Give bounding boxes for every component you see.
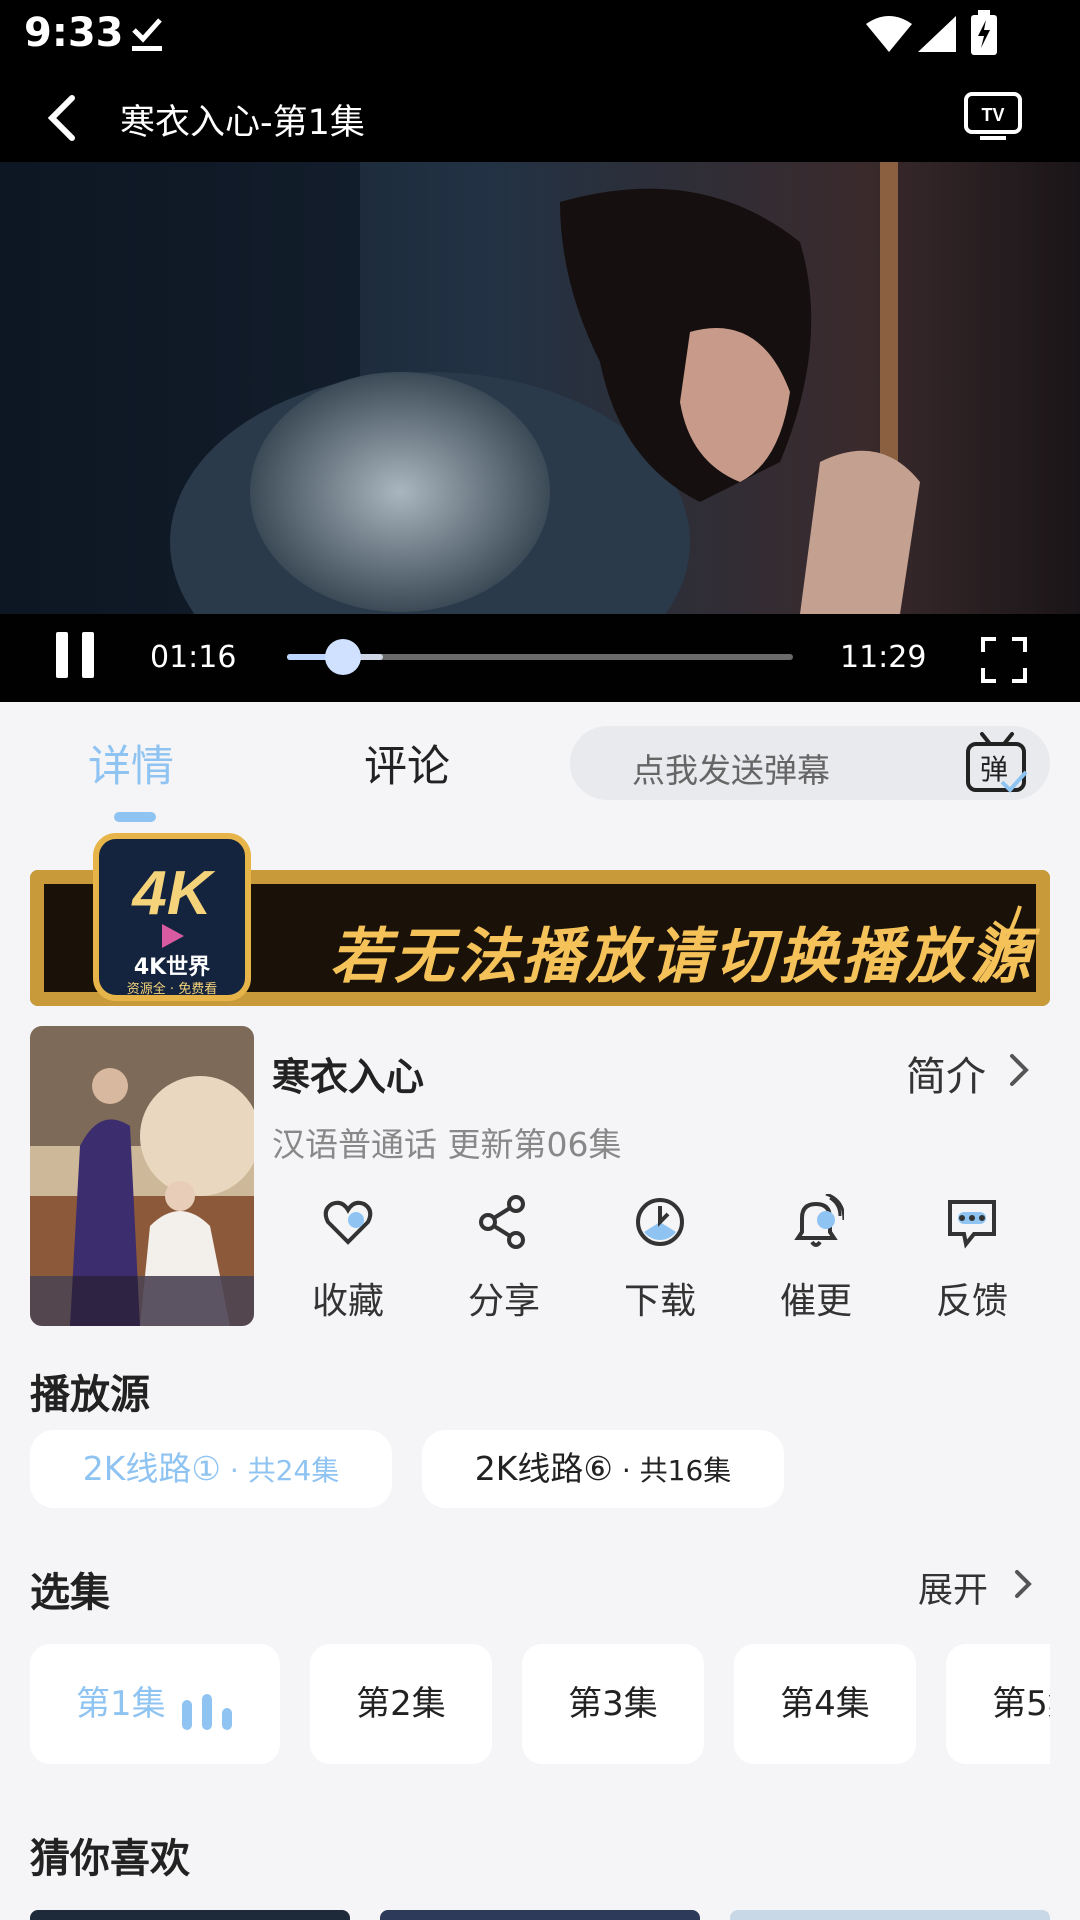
app-header: 寒衣入心-第1集 TV — [0, 70, 1080, 162]
recommend-title: 猜你喜欢 — [30, 1836, 190, 1882]
seek-thumb[interactable] — [324, 639, 361, 675]
source-name: 2K线路① — [82, 1449, 221, 1488]
source-count: · 共24集 — [220, 1454, 340, 1487]
recommend-thumbnail[interactable] — [730, 1910, 1050, 1920]
bell-icon — [794, 1194, 844, 1247]
action-label: 催更 — [779, 1281, 852, 1322]
tab-details[interactable]: 详情 — [88, 732, 174, 794]
logo-sub: 4K世界 — [134, 955, 210, 980]
source-chip[interactable]: 2K线路⑥ · 共16集 — [422, 1430, 784, 1508]
action-label: 收藏 — [311, 1281, 384, 1322]
heart-icon — [323, 1200, 373, 1245]
back-button[interactable] — [38, 90, 94, 146]
recommend-thumbnail[interactable] — [30, 1910, 350, 1920]
4k-world-logo: 4K 4K世界 资源全 · 免费看 — [93, 833, 251, 1001]
signal-icon — [918, 16, 956, 52]
danmaku-input[interactable]: 点我发送弹幕 弹 — [570, 726, 1050, 800]
episode-item-1[interactable]: 第1集 — [30, 1644, 280, 1764]
source-name: 2K线路⑥ — [474, 1449, 613, 1488]
page-title: 寒衣入心-第1集 — [120, 103, 365, 143]
banner-text: 若无法播放请切换播放源 — [330, 922, 1034, 992]
seek-bar[interactable] — [287, 654, 793, 660]
show-poster[interactable] — [30, 1026, 254, 1326]
video-player[interactable]: 01:16 11:29 — [0, 162, 1080, 702]
source-count: · 共16集 — [612, 1454, 732, 1487]
chevron-right-icon[interactable] — [1004, 1052, 1034, 1088]
total-time: 11:29 — [840, 640, 927, 675]
episode-item-5[interactable]: 第5集 — [946, 1644, 1050, 1764]
episode-item-3[interactable]: 第3集 — [522, 1644, 704, 1764]
video-frame — [0, 162, 1080, 614]
status-time: 9:33 — [24, 10, 124, 56]
recommend-thumbnail[interactable] — [380, 1910, 700, 1920]
cast-tv-button[interactable]: TV — [962, 88, 1026, 144]
request-update-button[interactable]: 催更 — [756, 1188, 876, 1328]
episode-label: 第2集 — [356, 1684, 446, 1724]
current-time: 01:16 — [150, 640, 237, 675]
expand-episodes-link[interactable]: 展开 — [918, 1562, 988, 1613]
episode-label: 第4集 — [780, 1684, 870, 1724]
sources-title: 播放源 — [30, 1372, 150, 1418]
tab-comments[interactable]: 评论 — [364, 732, 450, 794]
source-chip[interactable]: 2K线路① · 共24集 — [30, 1430, 392, 1508]
favorite-button[interactable]: 收藏 — [288, 1188, 408, 1328]
share-icon — [479, 1195, 525, 1249]
status-bar: 9:33 — [0, 0, 1080, 70]
screen: 9:33 寒衣入心-第1集 TV 01:16 11:29 详情 评论 点我发送弹… — [0, 0, 1080, 1920]
now-playing-icon — [182, 1694, 232, 1730]
synopsis-link[interactable]: 简介 — [906, 1044, 986, 1102]
episode-label: 第5集 — [992, 1684, 1050, 1724]
danmaku-toggle-icon[interactable]: 弹 — [962, 730, 1032, 796]
episode-item-2[interactable]: 第2集 — [310, 1644, 492, 1764]
battery-icon — [971, 10, 997, 55]
fullscreen-button[interactable] — [980, 636, 1028, 684]
episode-list: 第1集 第2集 第3集 第4集 第5集 — [30, 1644, 1050, 1764]
logo-tagline: 资源全 · 免费看 — [127, 981, 217, 997]
danmaku-placeholder: 点我发送弹幕 — [632, 751, 830, 790]
player-controls: 01:16 11:29 — [0, 614, 1080, 702]
pause-button[interactable] — [54, 632, 98, 680]
show-title: 寒衣入心 — [272, 1055, 425, 1099]
episode-label: 第1集 — [76, 1684, 166, 1724]
action-label: 反馈 — [935, 1281, 1008, 1322]
download-icon — [636, 1198, 684, 1246]
episode-label: 第3集 — [568, 1684, 658, 1724]
feedback-icon — [948, 1200, 996, 1249]
wifi-icon — [866, 16, 912, 52]
share-button[interactable]: 分享 — [444, 1188, 564, 1328]
svg-text:TV: TV — [981, 105, 1004, 125]
download-done-icon — [132, 18, 162, 51]
episode-item-4[interactable]: 第4集 — [734, 1644, 916, 1764]
download-button[interactable]: 下载 — [600, 1188, 720, 1328]
tab-indicator — [114, 812, 156, 822]
chevron-right-icon[interactable] — [1010, 1568, 1036, 1600]
logo-text: 4K — [130, 859, 215, 928]
episodes-title: 选集 — [30, 1570, 110, 1616]
action-label: 下载 — [623, 1281, 696, 1322]
feedback-button[interactable]: 反馈 — [912, 1188, 1032, 1328]
detail-tabs: 详情 评论 点我发送弹幕 弹 — [0, 702, 1080, 822]
show-meta: 汉语普通话 更新第06集 — [272, 1125, 622, 1164]
action-label: 分享 — [467, 1281, 540, 1322]
